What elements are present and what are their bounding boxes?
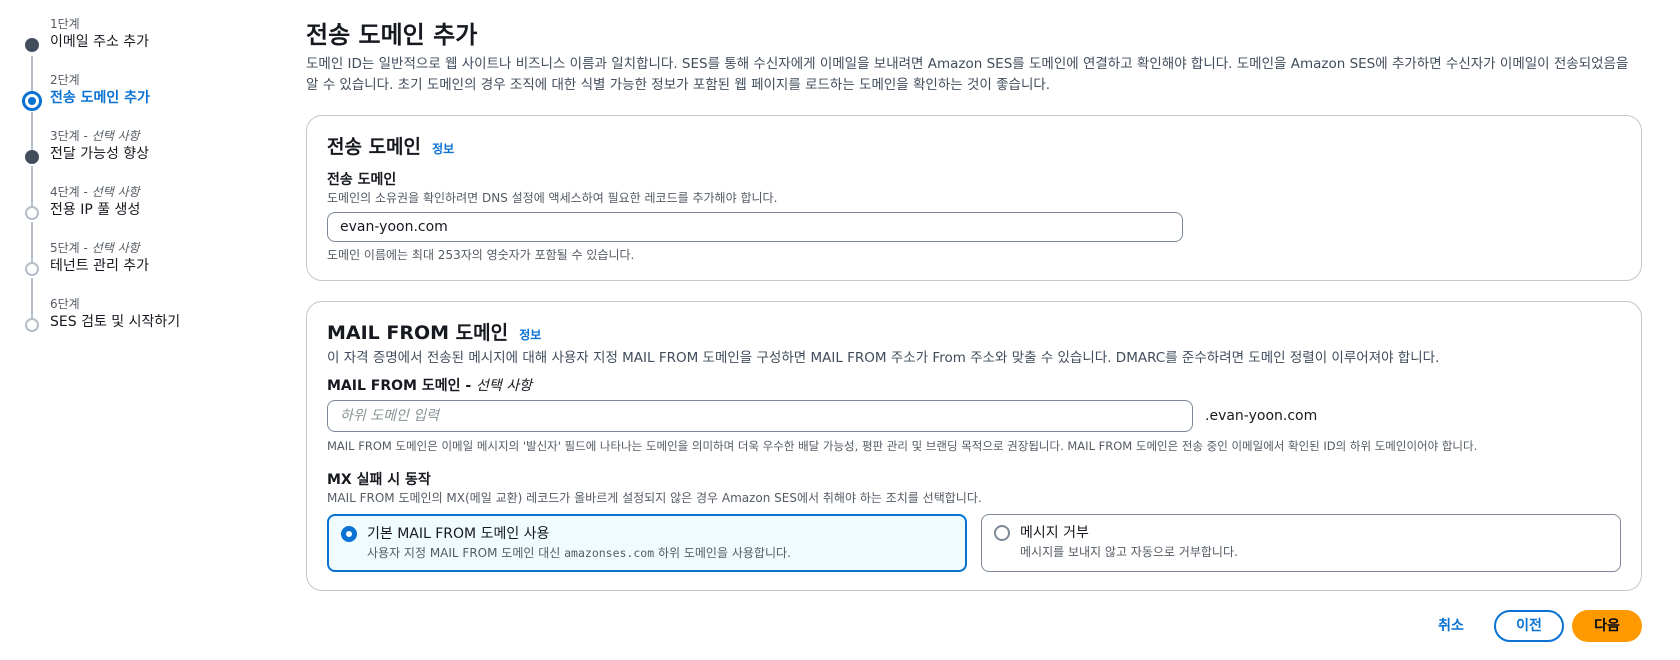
radio-selected-icon[interactable] (341, 526, 357, 542)
step-optional: 선택 사항 (91, 185, 140, 199)
step-5[interactable]: 5단계 - 선택 사항 테넌트 관리 추가 (16, 238, 236, 318)
mail-from-hint: MAIL FROM 도메인은 이메일 메시지의 '발신자' 필드에 나타나는 도… (327, 439, 1478, 453)
sending-domain-desc: 도메인의 소유권을 확인하려면 DNS 설정에 액세스하여 필요한 레코드를 추… (327, 191, 778, 205)
mail-from-optional: 선택 사항 (476, 378, 533, 394)
info-link[interactable]: 정보 (432, 142, 454, 156)
step-number: 3단계 - (50, 129, 92, 143)
mail-from-label-text: MAIL FROM 도메인 (327, 378, 461, 394)
option-default-mail-from[interactable]: 기본 MAIL FROM 도메인 사용 사용자 지정 MAIL FROM 도메인… (327, 514, 967, 572)
step-pending-icon (25, 318, 39, 332)
option-reject-message[interactable]: 메시지 거부 메시지를 보내지 않고 자동으로 거부합니다. (981, 514, 1621, 572)
info-link[interactable]: 정보 (519, 328, 541, 342)
step-number: 4단계 - (50, 185, 92, 199)
step-pending-icon (25, 262, 39, 276)
step-1[interactable]: 1단계 이메일 주소 추가 (16, 14, 236, 96)
mail-from-subdomain-input[interactable]: 하위 도메인 입력 (327, 400, 1193, 432)
step-2[interactable]: 2단계 전송 도메인 추가 (16, 70, 236, 152)
step-label[interactable]: 전달 가능성 향상 (50, 144, 236, 164)
page-intro: 도메인 ID는 일반적으로 웹 사이트나 비즈니스 이름과 일치합니다. SES… (306, 56, 1629, 93)
option-desc: 사용자 지정 MAIL FROM 도메인 대신 amazonses.com 하위… (367, 544, 951, 562)
mail-from-domain-suffix: .evan-yoon.com (1205, 408, 1318, 424)
main-content: 전송 도메인 추가 도메인 ID는 일반적으로 웹 사이트나 비즈니스 이름과 … (306, 18, 1642, 591)
step-optional: 선택 사항 (91, 129, 140, 143)
mx-failure-desc: MAIL FROM 도메인의 MX(메일 교환) 레코드가 올바르게 설정되지 … (327, 491, 982, 505)
mail-from-heading: MAIL FROM 도메인 (327, 322, 509, 344)
mail-from-input-row: 하위 도메인 입력 .evan-yoon.com (327, 400, 1621, 434)
sending-domain-card: 전송 도메인 정보 전송 도메인 도메인의 소유권을 확인하려면 DNS 설정에… (306, 115, 1642, 281)
wizard-stepper: 1단계 이메일 주소 추가 2단계 전송 도메인 추가 3단계 - 선택 사항 … (16, 14, 236, 350)
mail-from-description: 이 자격 증명에서 전송된 메시지에 대해 사용자 지정 MAIL FROM 도… (327, 350, 1440, 366)
sending-domain-label: 전송 도메인 (327, 172, 397, 188)
option-desc-text-end: 하위 도메인을 사용합니다. (654, 546, 791, 560)
sending-domain-heading: 전송 도메인 (327, 136, 422, 158)
option-desc-text: 사용자 지정 MAIL FROM 도메인 대신 (367, 546, 565, 560)
sending-domain-hint: 도메인 이름에는 최대 253자의 영숫자가 포함될 수 있습니다. (327, 248, 635, 262)
option-title: 메시지 거부 (1020, 525, 1089, 541)
step-label[interactable]: 테넌트 관리 추가 (50, 256, 236, 276)
cancel-button[interactable]: 취소 (1425, 610, 1477, 642)
next-button[interactable]: 다음 (1572, 610, 1642, 642)
step-label[interactable]: 이메일 주소 추가 (50, 32, 236, 52)
step-number: 1단계 (50, 17, 80, 31)
option-title: 기본 MAIL FROM 도메인 사용 (367, 526, 550, 542)
radio-unselected-icon[interactable] (994, 525, 1010, 541)
step-optional: 선택 사항 (91, 241, 140, 255)
mail-from-label: MAIL FROM 도메인 - 선택 사항 (327, 378, 533, 394)
option-desc-code: amazonses.com (564, 546, 655, 560)
previous-button[interactable]: 이전 (1494, 610, 1564, 642)
mail-from-card: MAIL FROM 도메인 정보 이 자격 증명에서 전송된 메시지에 대해 사… (306, 301, 1642, 591)
step-6[interactable]: 6단계 SES 검토 및 시작하기 (16, 294, 236, 350)
option-desc: 메시지를 보내지 않고 자동으로 거부합니다. (1020, 545, 1238, 559)
step-current-icon (22, 91, 42, 111)
step-number: 5단계 - (50, 241, 92, 255)
step-label[interactable]: 전송 도메인 추가 (50, 88, 236, 108)
mx-failure-label: MX 실패 시 동작 (327, 472, 431, 488)
step-number: 6단계 (50, 297, 80, 311)
page-title: 전송 도메인 추가 (306, 21, 478, 49)
step-complete-icon (25, 150, 39, 164)
step-label[interactable]: SES 검토 및 시작하기 (50, 312, 236, 332)
step-complete-icon (25, 38, 39, 52)
step-number: 2단계 (50, 73, 80, 87)
step-3[interactable]: 3단계 - 선택 사항 전달 가능성 향상 (16, 126, 236, 206)
step-label[interactable]: 전용 IP 풀 생성 (50, 200, 236, 220)
sending-domain-input[interactable]: evan-yoon.com (327, 212, 1183, 242)
step-pending-icon (25, 206, 39, 220)
step-4[interactable]: 4단계 - 선택 사항 전용 IP 풀 생성 (16, 182, 236, 262)
